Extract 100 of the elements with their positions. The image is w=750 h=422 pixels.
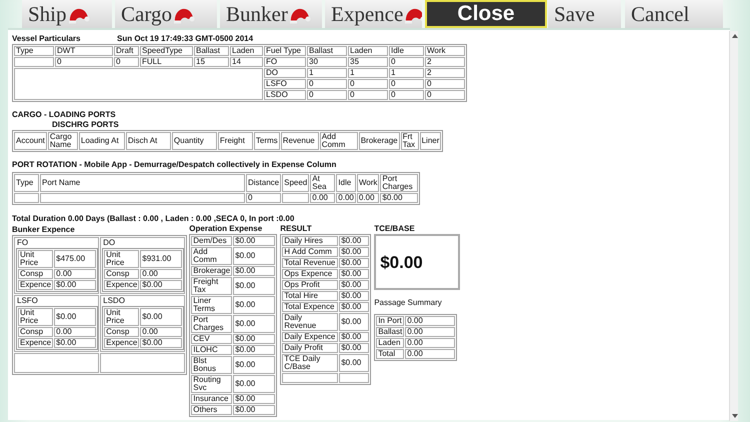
value-cell: $0.00 (233, 356, 276, 374)
row-label: Unit Price (18, 250, 54, 268)
column-header: Account (14, 132, 47, 150)
table-cell: 30 (307, 57, 347, 67)
table-cell: 2 (425, 68, 465, 78)
section-title: PORT ROTATION - Mobile App - Demurrage/Despatch collectively in Expense Column (12, 160, 338, 170)
section-subtitle: DISCHRG PORTS (51, 120, 120, 130)
row-label: Port Charges (191, 315, 232, 333)
table-cell: 0 (348, 79, 388, 89)
value-cell: $0.00 (233, 277, 276, 295)
row-label: Consp (104, 269, 140, 279)
table-cell: 0 (389, 90, 424, 100)
tab[interactable]: Cancel (625, 0, 723, 28)
value-cell: 0.00 (140, 269, 182, 279)
column-header: Type (14, 46, 54, 56)
row-label: Daily Expence (282, 332, 338, 342)
tab[interactable]: Close (425, 0, 547, 28)
column-header: Type (14, 174, 39, 192)
value-cell: $0.00 (339, 343, 370, 353)
row-label: ILOHC (191, 345, 232, 355)
tab[interactable]: Save (548, 0, 621, 28)
empty-cell (282, 193, 310, 203)
row-label: Ops Expence (282, 269, 338, 279)
row-label: Ballast (376, 327, 404, 337)
value-cell: $0.00 (233, 315, 276, 333)
section-title: CARGO - LOADING PORTS (12, 110, 117, 120)
table-cell: 0.00 (310, 193, 336, 203)
row-label: Expence (18, 338, 54, 348)
value-cell: $0.00 (339, 332, 370, 342)
value-cell: $0.00 (339, 313, 370, 331)
table-cell: 0 (389, 79, 424, 89)
timestamp: Sun Oct 19 17:49:33 GMT-0500 2014 (117, 34, 254, 44)
tab[interactable]: Cargo (115, 0, 217, 28)
column-header: Freight (218, 132, 253, 150)
row-label: Ops Profit (282, 280, 338, 290)
table-cell: 2 (425, 57, 465, 67)
row-label: Daily Revenue (282, 313, 338, 331)
section-title: TCE/BASE (374, 224, 416, 234)
row-label: Liner Terms (191, 296, 232, 314)
row-label: Laden (376, 338, 404, 348)
table-cell: DO (264, 68, 306, 78)
table-cell: 0 (55, 57, 113, 67)
column-header: At Sea (310, 174, 336, 192)
row-label: Total (376, 349, 404, 359)
column-header: Work (425, 46, 465, 56)
column-header: Add Comm (320, 132, 358, 150)
table-cell: 0 (425, 90, 465, 100)
table-cell: 1 (389, 68, 424, 78)
value-cell: 0.00 (405, 316, 456, 326)
table-cell: FO (264, 57, 306, 67)
row-label: Expence (104, 280, 140, 290)
value-cell: $0.00 (233, 247, 276, 265)
row-label: Expence (18, 280, 54, 290)
section-title: Bunker Expence (12, 225, 76, 235)
scroll-up-icon[interactable] (732, 34, 738, 38)
row-label: Consp (104, 327, 140, 337)
value-cell: $0.00 (233, 236, 276, 246)
row-label: Dem/Des (191, 236, 232, 246)
table-cell: 35 (348, 57, 388, 67)
value-cell: $475.00 (54, 250, 96, 268)
column-header: Ballast (194, 46, 229, 56)
value-cell: $0.00 (54, 338, 96, 348)
column-header: Brokerage (358, 132, 400, 150)
table-cell: 0.00 (356, 193, 380, 203)
row-label: Others (191, 405, 232, 415)
empty-cell (339, 373, 370, 383)
group-label: FO (16, 238, 30, 248)
column-header: Laden (348, 46, 388, 56)
row-label: Total Hire (282, 291, 338, 301)
tab[interactable]: Expence (325, 0, 422, 28)
column-header: Idle (389, 46, 424, 56)
row-label: Routing Svc (191, 375, 232, 393)
table-cell: 1 (307, 68, 347, 78)
row-label: Daily Hires (282, 236, 338, 246)
column-header: Port Name (40, 174, 245, 192)
scroll-down-icon[interactable] (732, 414, 738, 418)
row-label: Insurance (191, 394, 232, 404)
group-label: DO (102, 238, 116, 248)
value-cell: 0.00 (405, 327, 456, 337)
value-cell: $0.00 (233, 375, 276, 393)
section-title: Vessel Particulars (12, 34, 82, 44)
value-cell: 0.00 (405, 349, 456, 359)
table-cell: 1 (348, 68, 388, 78)
value-cell: $0.00 (233, 334, 276, 344)
tab[interactable]: Bunker (220, 0, 322, 28)
row-label: Total Revenue (282, 258, 338, 268)
column-header: Work (356, 174, 380, 192)
value-cell: $0.00 (339, 354, 370, 372)
column-header: Cargo Name (48, 132, 78, 150)
column-header: Laden (230, 46, 263, 56)
row-label: Unit Price (18, 308, 54, 326)
empty-cell (14, 193, 39, 203)
section-title: Passage Summary (374, 298, 443, 307)
value-cell: $0.00 (339, 236, 370, 246)
section-title: RESULT (280, 224, 313, 234)
table-cell: 0 (307, 79, 347, 89)
column-header: Frt Tax (400, 132, 419, 150)
tab[interactable]: Ship (22, 0, 112, 28)
table-cell: 0 (425, 79, 465, 89)
value-cell: $0.00 (233, 266, 276, 276)
